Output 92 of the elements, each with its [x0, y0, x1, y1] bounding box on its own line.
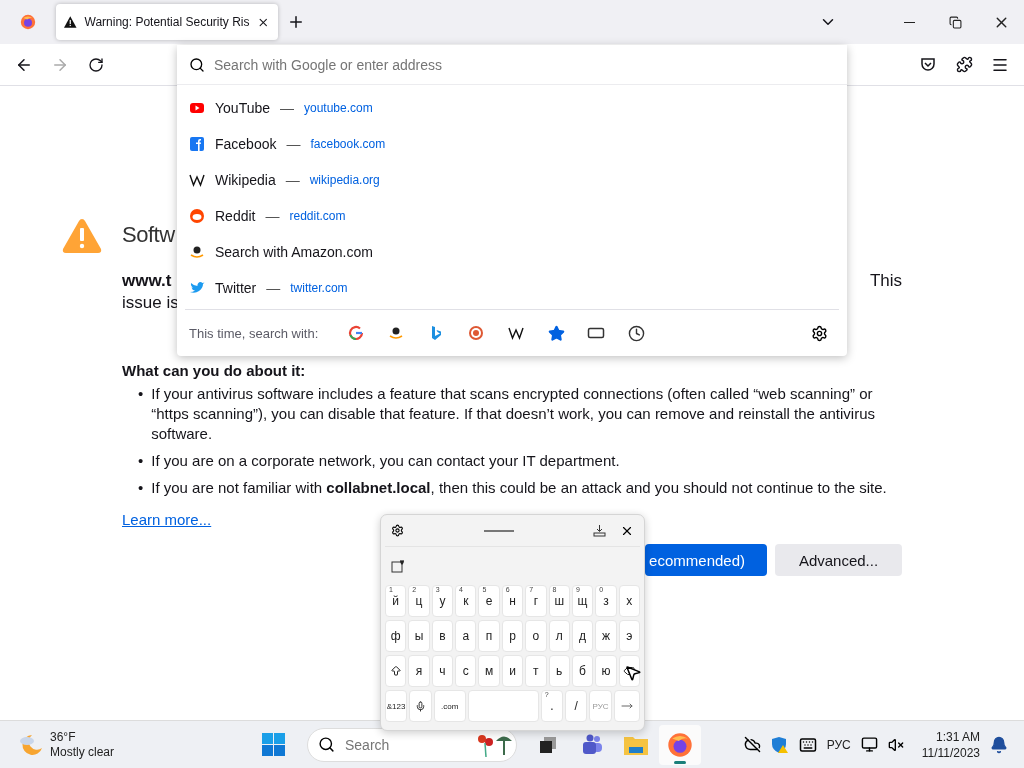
start-button[interactable] [262, 733, 285, 756]
reload-icon [88, 56, 104, 73]
browser-tab[interactable]: Warning: Potential Security Ris [56, 4, 278, 40]
bullet-item: If you are not familiar with collabnet.local, then this could be an attack and you should not continue to the site. [151, 478, 888, 498]
taskbar-search-bar[interactable]: Search [307, 727, 517, 762]
star-icon [547, 324, 565, 342]
one-off-label: This time, search with: [189, 325, 319, 341]
shift-icon [389, 665, 402, 677]
bullet-item: If you are on a corporate network, you can contact your IT department. [151, 451, 621, 471]
keyboard-key[interactable]: о [525, 620, 547, 652]
bullet-item: If your antivirus software includes a feature that scans encrypted connections (often called “web scanning” or “https scanning”), you can disable that feature. If that doesn’t work, you can remove and reinstall the antivirus software. [151, 384, 876, 444]
task-view-icon [538, 734, 558, 755]
emoji-icon[interactable] [391, 559, 405, 573]
bullet-marker: • [138, 451, 144, 471]
page-title: Softw [122, 221, 175, 249]
settings-icon[interactable] [391, 524, 404, 537]
drag-handle[interactable] [483, 529, 514, 532]
language-indicator[interactable]: РУС [826, 737, 851, 752]
dock-icon[interactable] [593, 524, 606, 537]
shield-warning-icon[interactable] [770, 735, 789, 754]
body-text: This [869, 270, 902, 292]
advanced-button[interactable]: Advanced... [775, 544, 902, 576]
keyboard-key[interactable]: ю [595, 655, 617, 687]
keyboard-key[interactable]: ь [548, 655, 570, 687]
clock-icon [627, 324, 645, 342]
suggestion-item[interactable]: YouTube — youtube.com [177, 90, 847, 126]
keyboard-icon[interactable] [798, 735, 817, 754]
network-icon[interactable] [860, 736, 878, 753]
puzzle-icon [955, 56, 973, 73]
reddit-icon [189, 208, 205, 224]
twitter-icon [189, 280, 205, 296]
wikipedia-icon [189, 172, 205, 188]
section-heading: What can you do about it: [122, 361, 306, 381]
settings-icon [810, 324, 828, 342]
address-field[interactable]: Search with Google or enter address [177, 45, 847, 85]
suggestion-item[interactable]: Wikipedia — wikipedia.org [177, 162, 847, 198]
keyboard-key[interactable]: д [571, 620, 594, 652]
restore-icon [948, 15, 962, 29]
go-back-button[interactable]: ecommended) [645, 544, 767, 576]
amazon-icon [388, 325, 405, 341]
pocket-icon [920, 56, 936, 73]
amazon-icon [189, 244, 205, 260]
keyboard-key[interactable]: л [548, 620, 570, 652]
search-input[interactable]: Search [343, 735, 463, 754]
keyboard-key[interactable]: и [501, 655, 524, 687]
keyboard-key[interactable]: р [501, 620, 524, 652]
duckduckgo-icon [468, 325, 485, 341]
firefox-icon [20, 14, 36, 30]
plus-icon [287, 13, 305, 31]
wikipedia-icon [508, 325, 525, 341]
keyboard-key[interactable]: я [408, 655, 430, 687]
keyboard-key[interactable]: / [565, 690, 588, 722]
keyboard-key[interactable]: а [455, 620, 477, 652]
clock[interactable]: 1:31 AM 11/11/2023 [921, 728, 980, 761]
teams-icon [580, 733, 604, 756]
keyboard-key[interactable]: б [571, 655, 594, 687]
keyboard-key[interactable]: с [455, 655, 477, 687]
facebook-icon [189, 136, 205, 152]
keyboard-key[interactable]: п [478, 620, 500, 652]
google-icon [348, 325, 365, 341]
microphone-icon [414, 700, 426, 712]
minimize-icon [903, 21, 915, 23]
keyboard-key[interactable]: х [618, 585, 640, 617]
youtube-icon [189, 100, 205, 116]
keyboard-key[interactable]: ф [385, 620, 407, 652]
keyboard-key[interactable]: т [525, 655, 547, 687]
weather-condition: Mostly clear [50, 744, 114, 760]
keyboard-key[interactable]: э [618, 620, 640, 652]
warning-icon [62, 218, 102, 254]
keyboard-key[interactable]: ч [431, 655, 454, 687]
keyboard-key[interactable]: ы [408, 620, 430, 652]
suggestion-item[interactable]: Reddit — reddit.com [177, 198, 847, 234]
warning-icon [64, 15, 77, 29]
cloud-off-icon[interactable] [743, 736, 761, 753]
temperature: 36°F [50, 729, 77, 745]
suggestion-item[interactable]: Facebook — facebook.com [177, 126, 847, 162]
bullet-marker: • [138, 478, 144, 498]
volume-muted-icon[interactable] [887, 736, 904, 753]
site-host: www.t [122, 270, 172, 292]
learn-more-link[interactable]: Learn more... [122, 511, 212, 528]
firefox-icon [667, 731, 693, 758]
keyboard-key[interactable]: &123 [385, 690, 408, 722]
mouse-cursor-icon [624, 664, 642, 682]
keyboard-key[interactable]: ж [595, 620, 617, 652]
keyboard-key[interactable]: м [478, 655, 500, 687]
keyboard-key[interactable]: .com [433, 690, 466, 722]
suggestion-item[interactable]: Twitter — twitter.com [177, 270, 847, 306]
notification-bell-icon[interactable] [990, 735, 1008, 754]
search-icon [318, 736, 335, 753]
bullet-marker: • [138, 384, 144, 404]
keyboard-key[interactable]: в [431, 620, 454, 652]
suggestion-item[interactable]: Search with Amazon.com [177, 234, 847, 270]
